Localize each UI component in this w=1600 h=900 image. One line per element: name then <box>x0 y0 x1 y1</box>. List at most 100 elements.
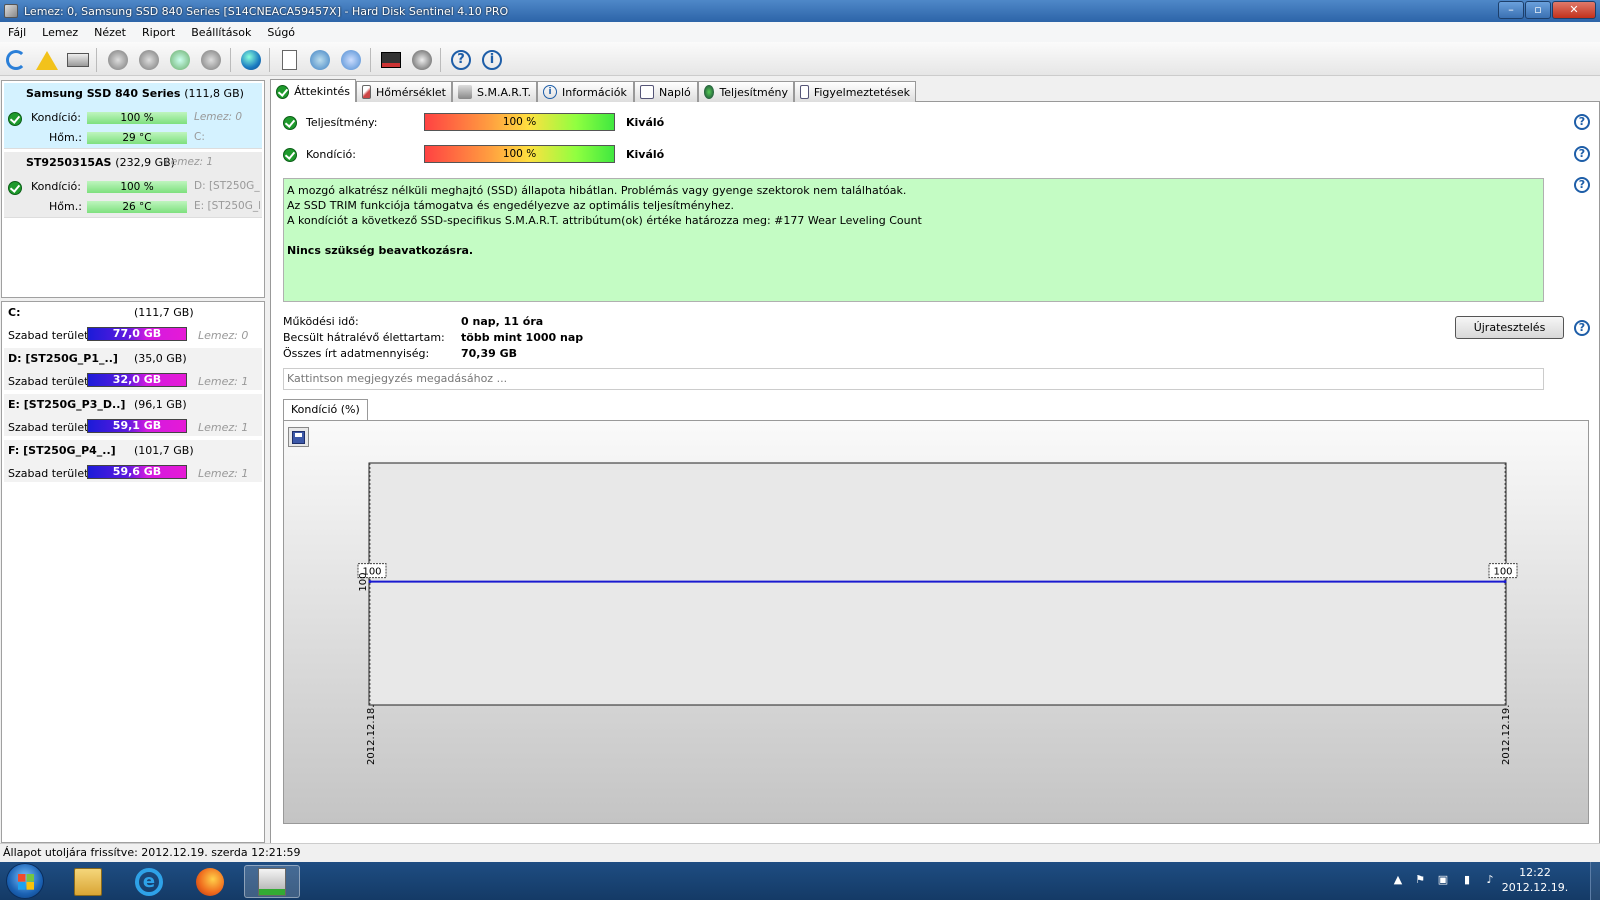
warning-icon[interactable] <box>34 47 60 73</box>
partition-item[interactable]: D: [ST250G_P1_..] (35,0 GB) Szabad terül… <box>4 348 262 392</box>
ok-check-icon <box>283 148 297 162</box>
tab-temperature[interactable]: Hőmérséklet <box>356 81 452 102</box>
free-space-label: Szabad terület <box>8 421 89 434</box>
drive-settings-icon[interactable] <box>198 47 224 73</box>
help-icon[interactable]: ? <box>1574 320 1590 336</box>
tab-alerts[interactable]: Figyelmeztetések <box>794 81 916 102</box>
disk-size: (111,8 GB) <box>184 87 244 100</box>
condition-label: Kondíció: <box>306 148 356 161</box>
globe-icon[interactable] <box>238 47 264 73</box>
disk-number: Lemez: 0 <box>194 111 243 123</box>
drive-icon[interactable] <box>105 47 131 73</box>
menu-file[interactable]: Fájl <box>0 26 34 39</box>
show-desktop-button[interactable] <box>1590 862 1600 900</box>
smart-icon <box>458 85 472 99</box>
tray-expand-icon[interactable]: ▲ <box>1391 873 1405 887</box>
condition-meter: 100 % <box>424 145 615 163</box>
explorer-icon <box>74 867 102 896</box>
help-icon[interactable]: ? <box>1574 146 1590 162</box>
x-tick-label: 2012.12.19. <box>1501 705 1512 765</box>
disk-item-0[interactable]: Samsung SSD 840 Series (111,8 GB) Kondíc… <box>4 83 262 149</box>
hard-disk-sentinel-icon <box>258 867 286 896</box>
condition-label: Kondíció: <box>31 111 81 124</box>
partition-name: C: <box>8 306 21 319</box>
refresh-icon[interactable] <box>3 47 29 73</box>
gauge-icon <box>704 85 715 99</box>
remaining-life-label: Becsült hátralévő élettartam: <box>283 331 445 344</box>
tab-smart[interactable]: S.M.A.R.T. <box>452 81 537 102</box>
sync-icon[interactable] <box>307 47 333 73</box>
tab-performance[interactable]: Teljesítmény <box>698 81 794 102</box>
sound-icon[interactable] <box>409 47 435 73</box>
taskbar-app-ie[interactable]: e <box>121 865 177 898</box>
uptime-label: Működési idő: <box>283 315 359 328</box>
tab-label: Hőmérséklet <box>375 85 446 99</box>
condition-graph-panel: 100 2012.12.18. 100 2012.12.19. 100 <box>283 420 1589 824</box>
taskbar-app-firefox[interactable] <box>182 865 238 898</box>
disk-item-1[interactable]: ST9250315AS (232,9 GB) Lemez: 1 Kondíció… <box>4 152 262 218</box>
data-label: 100 <box>1493 567 1512 578</box>
partition-name: D: [ST250G_P1_..] <box>8 352 118 365</box>
overview-panel: Teljesítmény: 100 % Kiváló ? Kondíció: 1… <box>270 102 1600 843</box>
report-icon[interactable] <box>276 47 302 73</box>
tab-log[interactable]: Napló <box>634 81 698 102</box>
disk-icon[interactable] <box>65 47 91 73</box>
tray-app-icon[interactable]: ▣ <box>1436 873 1450 887</box>
network-icon[interactable] <box>338 47 364 73</box>
chart-icon[interactable] <box>378 47 404 73</box>
graph-tab-condition[interactable]: Kondíció (%) <box>283 399 368 421</box>
partition-item[interactable]: F: [ST250G_P4_..] (101,7 GB) Szabad terü… <box>4 440 262 484</box>
network-signal-icon[interactable]: ▮ <box>1460 873 1474 887</box>
minimize-button[interactable]: – <box>1498 1 1524 19</box>
status-recommendation: Nincs szükség beavatkozásra. <box>287 244 474 257</box>
taskbar-app-hdsentinel[interactable] <box>244 865 300 898</box>
clock[interactable]: 12:22 2012.12.19. <box>1495 865 1575 895</box>
menu-settings[interactable]: Beállítások <box>183 26 259 39</box>
start-button[interactable] <box>6 863 44 899</box>
partition-item[interactable]: E: [ST250G_P3_D..] (96,1 GB) Szabad terü… <box>4 394 262 438</box>
tab-label: S.M.A.R.T. <box>477 85 531 99</box>
data-point <box>1503 580 1507 584</box>
retest-button[interactable]: Újratesztelés <box>1455 316 1564 339</box>
note-input[interactable]: Kattintson megjegyzés megadásához ... <box>283 368 1544 390</box>
temp-label: Hőm.: <box>49 131 82 144</box>
menu-report[interactable]: Riport <box>134 26 183 39</box>
partition-item[interactable]: C: (111,7 GB) Szabad terület 77,0 GB Lem… <box>4 302 262 346</box>
menu-view[interactable]: Nézet <box>86 26 134 39</box>
menu-help[interactable]: Súgó <box>259 26 303 39</box>
drive-tools-icon[interactable] <box>136 47 162 73</box>
toolbar: ? i <box>0 42 1600 76</box>
y-tick-label: 100 <box>358 572 369 591</box>
free-space-label: Szabad terület <box>8 375 89 388</box>
help-icon[interactable]: ? <box>1574 114 1590 130</box>
performance-label: Teljesítmény: <box>306 116 378 129</box>
performance-rating: Kiváló <box>626 116 665 129</box>
performance-meter: 100 % <box>424 113 615 131</box>
maximize-button[interactable]: ▫ <box>1525 1 1551 19</box>
x-tick-label: 2012.12.18. <box>366 705 377 765</box>
status-bar: Állapot utoljára frissítve: 2012.12.19. … <box>0 843 1600 862</box>
free-space-bar: 77,0 GB <box>87 327 187 341</box>
partition-name: E: [ST250G_P3_D..] <box>8 398 126 411</box>
tab-overview[interactable]: Áttekintés <box>270 79 356 103</box>
thermometer-icon <box>362 85 371 99</box>
drive-check-icon[interactable] <box>167 47 193 73</box>
help-icon[interactable]: ? <box>1574 177 1590 193</box>
ok-check-icon <box>276 84 290 99</box>
uptime-value: 0 nap, 11 óra <box>461 315 544 328</box>
condition-bar: 100 % <box>87 112 187 124</box>
partition-name: F: [ST250G_P4_..] <box>8 444 116 457</box>
condition-chart: 1002012.12.18.1002012.12.19.100 <box>357 462 1518 765</box>
info-icon[interactable]: i <box>479 47 505 73</box>
free-space-bar: 32,0 GB <box>87 373 187 387</box>
taskbar-app-explorer[interactable] <box>60 865 116 898</box>
help-icon[interactable]: ? <box>448 47 474 73</box>
tab-information[interactable]: i Információk <box>537 81 634 102</box>
close-button[interactable]: ✕ <box>1552 1 1596 19</box>
disk-name: ST9250315AS <box>26 156 112 169</box>
log-icon <box>640 85 654 99</box>
menu-disk[interactable]: Lemez <box>34 26 86 39</box>
flag-icon[interactable]: ⚑ <box>1413 873 1427 887</box>
condition-bar: 100 % <box>87 181 187 193</box>
info-icon: i <box>543 85 557 99</box>
